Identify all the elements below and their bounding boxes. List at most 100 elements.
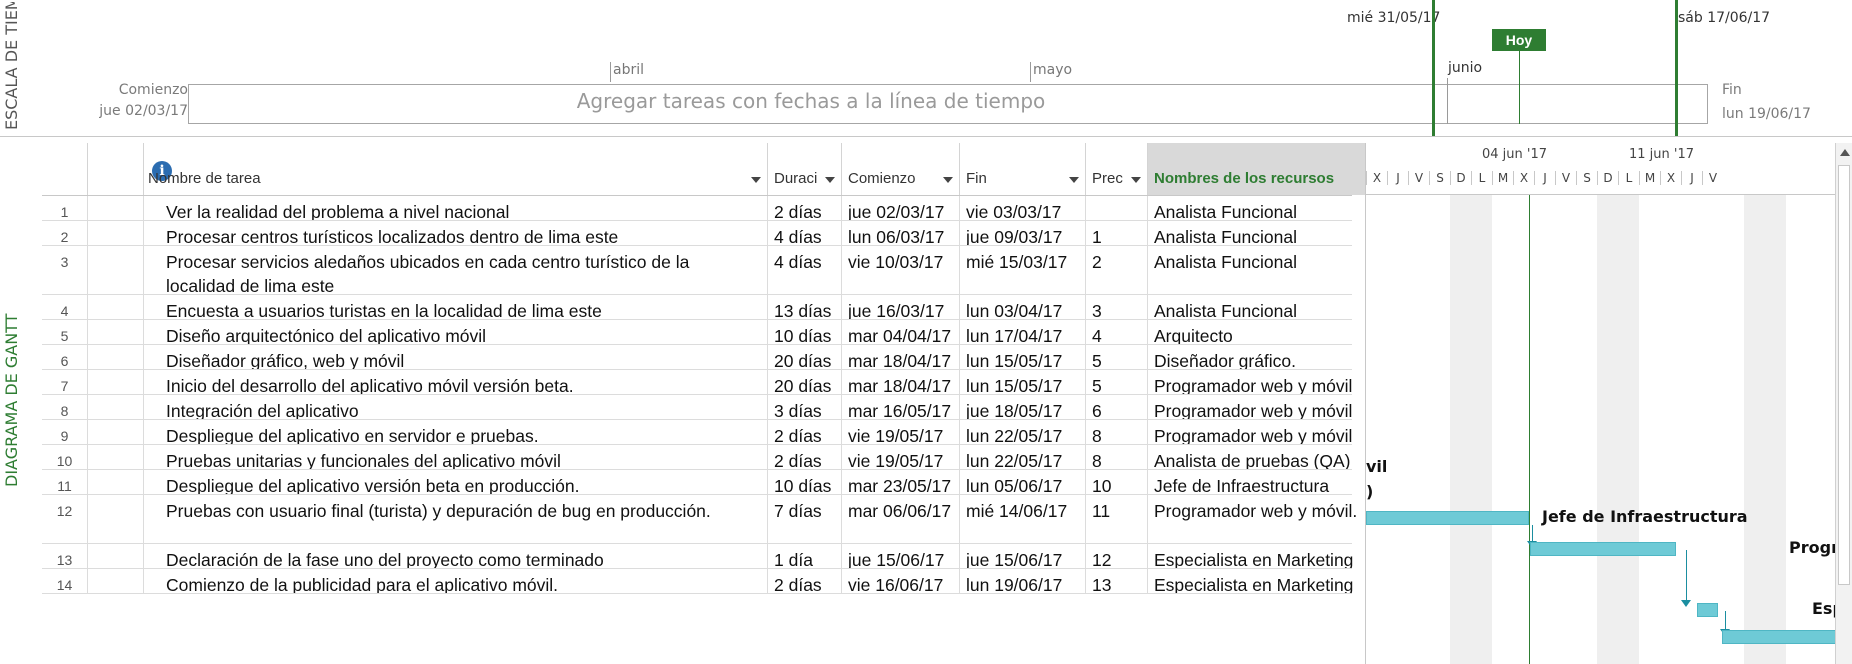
cell-finish[interactable]: lun 22/05/17 — [960, 445, 1086, 469]
table-row[interactable]: 2 Procesar centros turísticos localizados… — [42, 221, 1388, 246]
cell-id[interactable]: 1 — [42, 196, 88, 220]
cell-start[interactable]: mar 04/04/17 — [842, 320, 960, 344]
timeline-right-marker-line[interactable] — [1675, 0, 1678, 136]
cell-indicator[interactable] — [88, 246, 144, 294]
cell-name[interactable]: Comienzo de la publicidad para el aplica… — [144, 569, 768, 593]
cell-resource[interactable]: Jefe de Infraestructura — [1148, 470, 1388, 494]
cell-resource[interactable]: Diseñador gráfico. — [1148, 345, 1388, 369]
cell-finish[interactable]: jue 15/06/17 — [960, 544, 1086, 568]
cell-indicator[interactable] — [88, 221, 144, 245]
cell-finish[interactable]: lun 17/04/17 — [960, 320, 1086, 344]
cell-indicator[interactable] — [88, 395, 144, 419]
table-row[interactable]: 14 Comienzo de la publicidad para el apli… — [42, 569, 1388, 594]
cell-name[interactable]: Declaración de la fase uno del proyecto … — [144, 544, 768, 568]
column-header-pred[interactable]: Prec — [1086, 143, 1148, 195]
cell-resource[interactable]: Analista Funcional — [1148, 196, 1388, 220]
cell-duration[interactable]: 4 días — [768, 221, 842, 245]
cell-indicator[interactable] — [88, 445, 144, 469]
cell-resource[interactable]: Especialista en Marketing — [1148, 544, 1388, 568]
cell-indicator[interactable] — [88, 420, 144, 444]
column-header-name[interactable]: Nombre de tarea — [144, 143, 768, 195]
cell-id[interactable]: 12 — [42, 495, 88, 543]
cell-id[interactable]: 8 — [42, 395, 88, 419]
cell-indicator[interactable] — [88, 470, 144, 494]
cell-pred[interactable]: 8 — [1086, 420, 1148, 444]
cell-start[interactable]: jue 02/03/17 — [842, 196, 960, 220]
cell-indicator[interactable] — [88, 544, 144, 568]
task-bar-row-11[interactable] — [1366, 511, 1529, 525]
cell-finish[interactable]: jue 18/05/17 — [960, 395, 1086, 419]
cell-name[interactable]: Despliegue del aplicativo en servidor e … — [144, 420, 768, 444]
cell-name[interactable]: Integración del aplicativo — [144, 395, 768, 419]
cell-id[interactable]: 11 — [42, 470, 88, 494]
table-row[interactable]: 5 Diseño arquitectónico del aplicativo mó… — [42, 320, 1388, 345]
cell-duration[interactable]: 10 días — [768, 320, 842, 344]
cell-indicator[interactable] — [88, 196, 144, 220]
cell-finish[interactable]: mié 14/06/17 — [960, 495, 1086, 543]
cell-finish[interactable]: lun 22/05/17 — [960, 420, 1086, 444]
cell-resource[interactable]: Programador web y móvil — [1148, 420, 1388, 444]
cell-id[interactable]: 13 — [42, 544, 88, 568]
cell-finish[interactable]: vie 03/03/17 — [960, 196, 1086, 220]
cell-duration[interactable]: 4 días — [768, 246, 842, 294]
cell-name[interactable]: Encuesta a usuarios turistas en la local… — [144, 295, 768, 319]
cell-resource[interactable]: Analista Funcional — [1148, 221, 1388, 245]
cell-id[interactable]: 7 — [42, 370, 88, 394]
cell-duration[interactable]: 20 días — [768, 345, 842, 369]
cell-start[interactable]: mar 16/05/17 — [842, 395, 960, 419]
cell-start[interactable]: vie 10/03/17 — [842, 246, 960, 294]
cell-finish[interactable]: lun 05/06/17 — [960, 470, 1086, 494]
scroll-thumb[interactable] — [1838, 165, 1850, 585]
task-bar-row-13[interactable] — [1697, 603, 1718, 617]
cell-pred[interactable]: 10 — [1086, 470, 1148, 494]
table-row[interactable]: 3 Procesar servicios aledaños ubicados en… — [42, 246, 1388, 295]
cell-name[interactable]: Despliegue del aplicativo versión beta e… — [144, 470, 768, 494]
cell-id[interactable]: 3 — [42, 246, 88, 294]
cell-name[interactable]: Pruebas con usuario final (turista) y de… — [144, 495, 768, 543]
cell-name[interactable]: Inicio del desarrollo del aplicativo móv… — [144, 370, 768, 394]
timeline-left-marker-line[interactable] — [1432, 0, 1435, 136]
cell-indicator[interactable] — [88, 345, 144, 369]
cell-start[interactable]: mar 06/06/17 — [842, 495, 960, 543]
duration-dropdown-icon[interactable] — [825, 177, 835, 183]
cell-indicator[interactable] — [88, 495, 144, 543]
vertical-scrollbar[interactable] — [1835, 143, 1852, 664]
cell-id[interactable]: 14 — [42, 569, 88, 593]
cell-name[interactable]: Procesar servicios aledaños ubicados en … — [144, 246, 768, 294]
timeline-panel[interactable]: ESCALA DE TIEM Comienzo jue 02/03/17 Agr… — [0, 0, 1852, 137]
cell-pred[interactable]: 5 — [1086, 370, 1148, 394]
table-row[interactable]: 7 Inicio del desarrollo del aplicativo mó… — [42, 370, 1388, 395]
cell-duration[interactable]: 2 días — [768, 420, 842, 444]
cell-duration[interactable]: 7 días — [768, 495, 842, 543]
task-bar-row-14[interactable] — [1722, 630, 1836, 644]
table-row[interactable]: 12 Pruebas con usuario final (turista) y … — [42, 495, 1388, 544]
cell-resource[interactable]: Programador web y móvil. — [1148, 495, 1388, 543]
cell-indicator[interactable] — [88, 569, 144, 593]
cell-resource[interactable]: Analista Funcional — [1148, 246, 1388, 294]
cell-pred[interactable]: 4 — [1086, 320, 1148, 344]
cell-finish[interactable]: mié 15/03/17 — [960, 246, 1086, 294]
cell-finish[interactable]: lun 15/05/17 — [960, 345, 1086, 369]
cell-start[interactable]: mar 18/04/17 — [842, 345, 960, 369]
cell-start[interactable]: lun 06/03/17 — [842, 221, 960, 245]
table-row[interactable]: 9 Despliegue del aplicativo en servidor e… — [42, 420, 1388, 445]
cell-duration[interactable]: 10 días — [768, 470, 842, 494]
cell-duration[interactable]: 2 días — [768, 569, 842, 593]
scroll-up-icon[interactable] — [1840, 149, 1850, 156]
cell-pred[interactable]: 13 — [1086, 569, 1148, 593]
gantt-chart[interactable]: 04 jun '17 11 jun '17 XJVSDLMXJVSDLMXJV … — [1365, 143, 1836, 664]
cell-pred[interactable]: 12 — [1086, 544, 1148, 568]
column-header-info[interactable]: i — [88, 143, 172, 195]
cell-pred[interactable]: 2 — [1086, 246, 1148, 294]
cell-indicator[interactable] — [88, 370, 144, 394]
cell-pred[interactable]: 1 — [1086, 221, 1148, 245]
cell-pred[interactable]: 6 — [1086, 395, 1148, 419]
cell-id[interactable]: 2 — [42, 221, 88, 245]
cell-id[interactable]: 6 — [42, 345, 88, 369]
cell-start[interactable]: vie 19/05/17 — [842, 445, 960, 469]
cell-name[interactable]: Pruebas unitarias y funcionales del apli… — [144, 445, 768, 469]
cell-indicator[interactable] — [88, 320, 144, 344]
table-row[interactable]: 1 Ver la realidad del problema a nivel na… — [42, 196, 1388, 221]
cell-pred[interactable] — [1086, 196, 1148, 220]
cell-pred[interactable]: 5 — [1086, 345, 1148, 369]
